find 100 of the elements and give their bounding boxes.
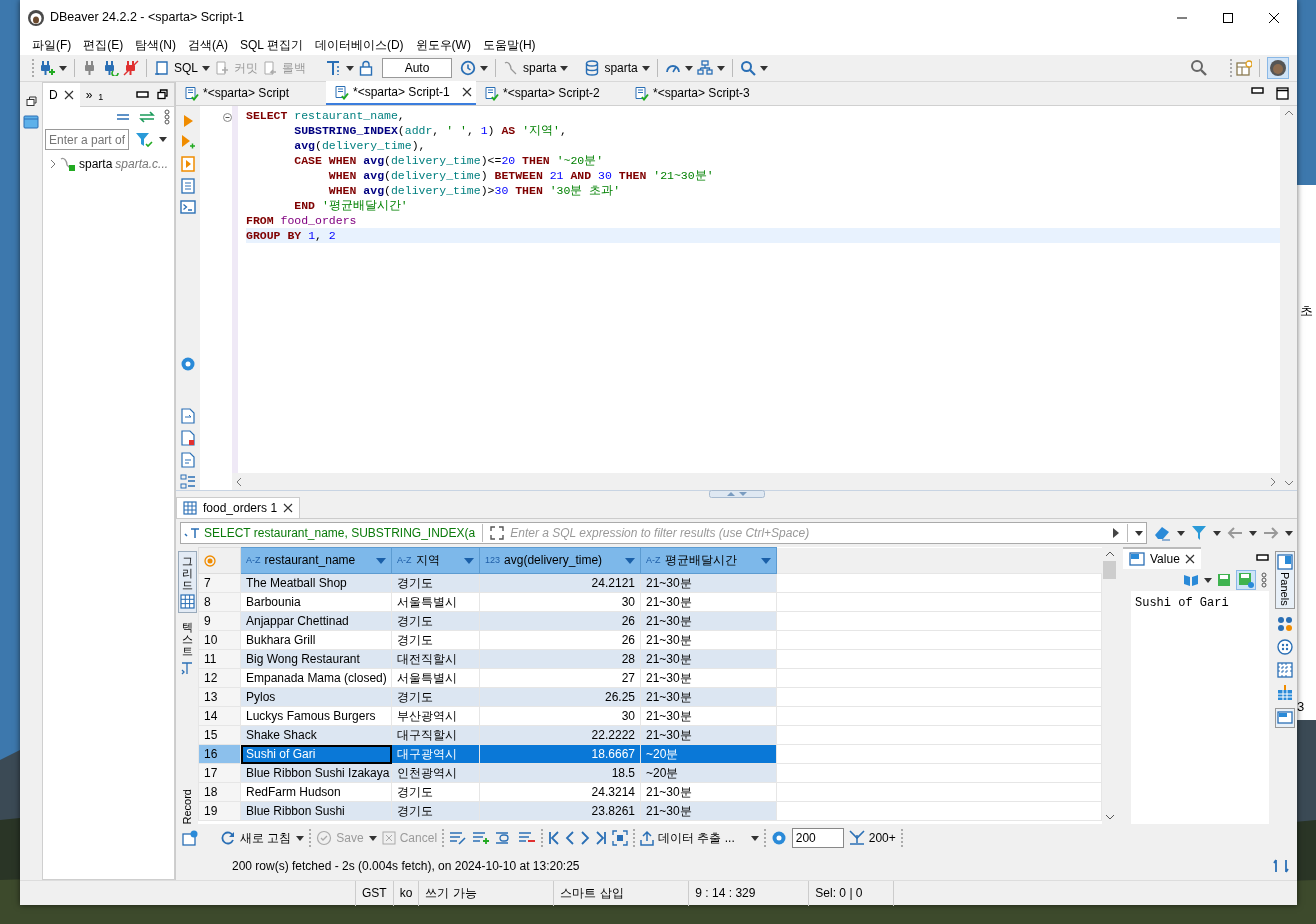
value-tab[interactable]: Value	[1123, 547, 1201, 569]
link-editor-icon[interactable]	[138, 111, 156, 123]
caret-icon[interactable]	[716, 65, 725, 71]
editor-tab[interactable]: *<sparta> Script-3	[626, 81, 776, 105]
search-icon[interactable]	[739, 60, 756, 76]
caret-icon[interactable]	[368, 835, 377, 841]
panel-tab[interactable]: »$_{1}$	[79, 82, 110, 107]
terminal-icon[interactable]	[180, 200, 196, 214]
outline-icon[interactable]	[180, 474, 196, 490]
caret-icon[interactable]	[480, 65, 488, 71]
panel-toggle-icon[interactable]	[182, 830, 198, 846]
last-page-icon[interactable]	[595, 831, 608, 845]
table-row[interactable]: 8 Barbounia 서울특별시 30 21~30분	[198, 592, 1102, 612]
maximize-icon[interactable]	[1223, 12, 1233, 23]
minimize-icon[interactable]	[1251, 87, 1264, 95]
filter-icon[interactable]	[1191, 525, 1207, 541]
caret-icon[interactable]	[59, 65, 67, 71]
filter-field[interactable]: SELECT restaurant_name, SUBSTRING_INDEX(a Enter a SQL expression to filter results (use Ctrl+Space)	[180, 522, 1147, 544]
column-header[interactable]: A-Z restaurant_name	[240, 547, 392, 574]
panel-tab[interactable]: D	[43, 82, 80, 107]
eraser-icon[interactable]	[1153, 525, 1171, 541]
history-icon[interactable]	[460, 60, 476, 76]
restore-icon[interactable]	[157, 89, 168, 100]
next-icon[interactable]	[580, 831, 591, 845]
menu-item[interactable]: 탐색(N)	[129, 36, 182, 54]
menu-item[interactable]: 파일(F)	[26, 36, 78, 54]
fold-icon[interactable]	[223, 113, 232, 122]
perspective-icon[interactable]	[1236, 60, 1252, 76]
execute-script-icon[interactable]	[181, 156, 195, 172]
back-icon[interactable]	[1227, 527, 1243, 539]
splitter-handle[interactable]	[708, 490, 765, 498]
previous-icon[interactable]	[565, 831, 576, 845]
table-row[interactable]: 17 Blue Ribbon Sushi Izakaya 인천광역시 18.5 ~20분	[198, 763, 1102, 783]
view-tab[interactable]: 텍스트	[179, 617, 195, 679]
filter-input[interactable]: Enter a part of	[45, 129, 129, 150]
plug-add-icon[interactable]	[38, 60, 55, 76]
sort-icon[interactable]	[376, 557, 386, 564]
table-row[interactable]: 18 RedFarm Hudson 경기도 24.3214 21~30분	[198, 782, 1102, 802]
plug-refresh-icon[interactable]	[102, 60, 119, 76]
maximize-icon[interactable]	[1276, 87, 1289, 100]
caret-icon[interactable]	[759, 65, 768, 71]
close-icon[interactable]	[1184, 554, 1195, 564]
save-icon[interactable]	[1217, 573, 1231, 587]
collapse-all-icon[interactable]	[116, 113, 130, 121]
menu-item[interactable]: 윈도우(W)	[409, 36, 477, 54]
database-icon[interactable]	[584, 60, 601, 76]
sql-button[interactable]: SQL	[174, 59, 198, 77]
menu-item[interactable]: 데이터베이스(D)	[308, 36, 410, 54]
fetch-size-field[interactable]: 200	[791, 828, 844, 848]
settings-icon[interactable]	[770, 830, 787, 846]
plug-disconnect-icon[interactable]	[123, 60, 139, 76]
minimize-icon[interactable]	[136, 90, 149, 99]
fetch-all-button[interactable]: 200+	[848, 829, 896, 847]
more-icon[interactable]	[164, 109, 170, 125]
caret-icon[interactable]	[1204, 577, 1212, 583]
caret-icon[interactable]	[641, 65, 650, 71]
expand-icon[interactable]	[490, 526, 505, 540]
close-icon[interactable]	[63, 89, 74, 100]
close-icon[interactable]	[1269, 12, 1279, 23]
table-row[interactable]: 7 The Meatball Shop 경기도 24.2121 21~30분	[198, 573, 1102, 593]
editor-tab[interactable]: *<sparta> Script	[176, 81, 326, 105]
caret-icon[interactable]	[159, 137, 167, 142]
scroll-up-icon[interactable]	[1104, 551, 1115, 557]
editor-tab[interactable]: *<sparta> Script-2	[476, 81, 626, 105]
table-row[interactable]: 13 Pylos 경기도 26.25 21~30분	[198, 687, 1102, 707]
record-tab[interactable]: Record	[178, 788, 196, 824]
format-icon[interactable]	[326, 60, 342, 76]
lock-icon[interactable]	[358, 60, 374, 76]
filter-icon[interactable]	[135, 131, 153, 148]
scroll-left-icon[interactable]	[236, 476, 242, 487]
sort-icon[interactable]	[464, 557, 474, 564]
value-panel-icon[interactable]	[1275, 707, 1295, 728]
caret-icon[interactable]	[1213, 530, 1221, 536]
column-header[interactable]: 123 avg(delivery_time)	[479, 547, 641, 574]
menu-item[interactable]: 도움말(H)	[476, 36, 542, 54]
scroll-right-icon[interactable]	[1270, 476, 1276, 487]
editor-tab[interactable]: *<sparta> Script-1	[326, 81, 476, 105]
scroll-down-icon[interactable]	[1283, 480, 1294, 486]
export-button[interactable]: 데이터 추출 ...	[640, 829, 735, 847]
checker-icon[interactable]	[1277, 661, 1293, 678]
table-row[interactable]: 11 Big Wong Restaurant 대전직할시 28 21~30분	[198, 649, 1102, 669]
menu-item[interactable]: 편집(E)	[77, 36, 130, 54]
panels-tab[interactable]: Panels	[1274, 551, 1296, 609]
restore-icon[interactable]	[25, 96, 37, 107]
table-row[interactable]: 12 Empanada Mama (closed) 서울특별시 27 21~30분	[198, 668, 1102, 688]
schema-selector[interactable]: sparta	[604, 59, 638, 77]
menu-item[interactable]: 검색(A)	[182, 36, 234, 54]
caret-icon[interactable]	[684, 65, 693, 71]
caret-icon[interactable]	[346, 65, 354, 71]
sql-editor-icon[interactable]	[154, 60, 170, 76]
caret-icon[interactable]	[750, 835, 759, 841]
variables-icon[interactable]	[181, 452, 195, 468]
minimize-icon[interactable]	[1256, 554, 1269, 562]
view-tab[interactable]: 그리드	[177, 551, 197, 614]
table-add-icon[interactable]	[1277, 684, 1293, 701]
dots-circle-icon[interactable]	[1277, 638, 1293, 655]
caret-icon[interactable]	[1285, 530, 1293, 536]
scroll-up-icon[interactable]	[1283, 110, 1294, 116]
book-icon[interactable]	[1183, 573, 1199, 587]
caret-icon[interactable]	[560, 65, 569, 71]
